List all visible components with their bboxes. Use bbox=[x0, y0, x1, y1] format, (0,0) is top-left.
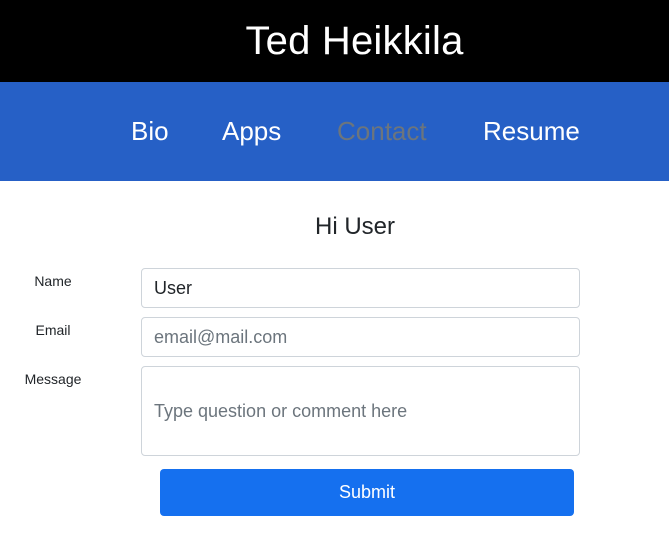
greeting-heading: Hi User bbox=[314, 213, 395, 240]
submit-button[interactable]: Submit bbox=[160, 469, 574, 516]
name-label: Name bbox=[34, 273, 72, 289]
nav-link-contact[interactable]: Contact bbox=[337, 82, 427, 181]
email-label: Email bbox=[35, 322, 71, 338]
nav-link-resume[interactable]: Resume bbox=[483, 82, 580, 181]
site-header: Ted Heikkila bbox=[0, 0, 669, 82]
site-title: Ted Heikkila bbox=[245, 18, 464, 63]
name-input[interactable] bbox=[141, 268, 580, 308]
nav-link-bio[interactable]: Bio bbox=[131, 82, 169, 181]
nav-link-apps[interactable]: Apps bbox=[222, 82, 281, 181]
email-input[interactable] bbox=[141, 317, 580, 357]
message-label: Message bbox=[24, 371, 82, 387]
main-nav: Bio Apps Contact Resume bbox=[0, 82, 669, 181]
message-textarea[interactable] bbox=[141, 366, 580, 456]
